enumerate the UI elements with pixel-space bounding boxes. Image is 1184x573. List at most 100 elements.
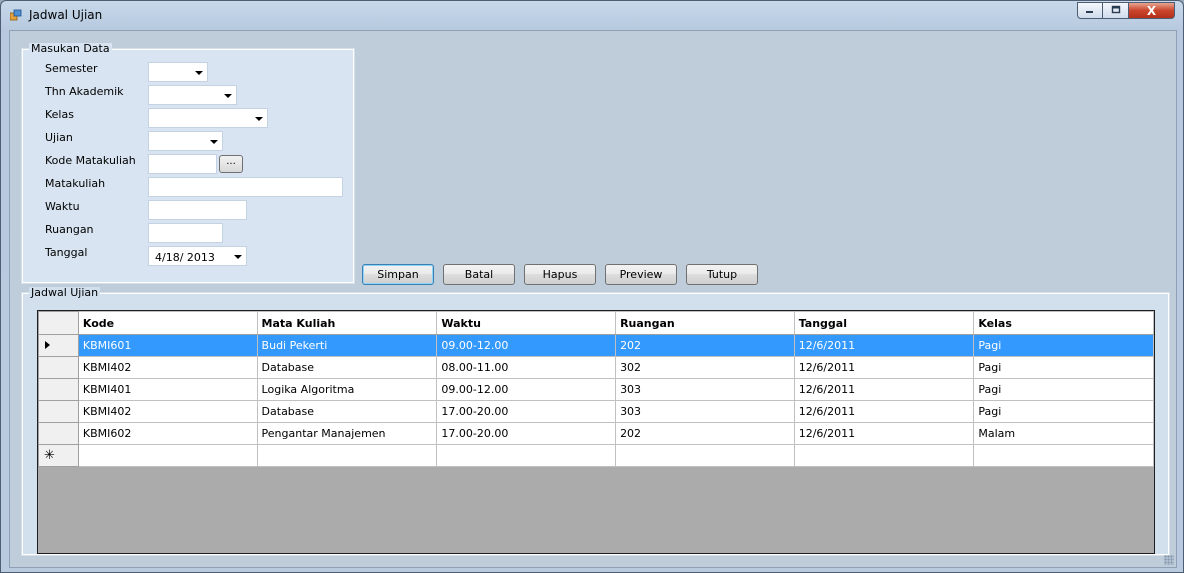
table-cell[interactable]: 09.00-12.00 [436,334,617,357]
close-button[interactable]: X [1129,2,1175,19]
table-cell[interactable] [793,444,975,467]
column-header-kode[interactable]: Kode [77,311,258,335]
table-cell[interactable]: Pagi [973,334,1154,357]
row-header[interactable] [38,422,79,445]
table-cell[interactable]: 17.00-20.00 [436,422,617,445]
table-cell[interactable]: 08.00-11.00 [436,356,617,379]
chevron-down-icon[interactable] [195,71,203,75]
preview-button[interactable]: Preview [605,264,677,285]
chevron-down-icon[interactable] [255,117,263,121]
ruangan-label: Ruangan [45,223,94,236]
matakuliah-input[interactable] [148,177,343,197]
kelas-combo[interactable] [148,108,268,128]
table-cell[interactable]: 09.00-12.00 [436,378,617,401]
tutup-button[interactable]: Tutup [686,264,758,285]
table-cell[interactable]: KBMI402 [77,356,258,379]
column-header-mata-kuliah[interactable]: Mata Kuliah [256,311,438,335]
table-cell[interactable]: Budi Pekerti [256,334,438,357]
simpan-button[interactable]: Simpan [362,264,434,285]
jadwal-ujian-group: Jadwal Ujian Kode Mata Kuliah Waktu Ruan [21,287,1170,556]
table-row[interactable]: KBMI601 Budi Pekerti 09.00-12.00 202 12/… [38,334,1154,357]
hapus-button[interactable]: Hapus [524,264,596,285]
close-icon: X [1146,3,1157,18]
table-cell[interactable]: 12/6/2011 [793,422,975,445]
ujian-combo[interactable] [148,131,223,151]
column-header-waktu[interactable]: Waktu [436,311,617,335]
table-cell[interactable]: Pagi [973,356,1154,379]
window-title: Jadwal Ujian [29,8,103,22]
table-row[interactable]: KBMI602 Pengantar Manajemen 17.00-20.00 … [38,422,1154,445]
ruangan-input[interactable] [148,223,223,243]
table-cell[interactable]: KBMI601 [77,334,258,357]
table-cell[interactable]: 202 [615,422,795,445]
table-cell[interactable]: Database [256,400,438,423]
thn-akademik-combo[interactable] [148,85,237,105]
new-row-icon: ✳ [44,447,55,463]
minimize-button[interactable] [1077,2,1103,19]
table-cell[interactable]: 12/6/2011 [793,400,975,423]
table-cell[interactable]: 303 [615,400,795,423]
ujian-label: Ujian [45,131,73,144]
table-cell[interactable]: Pagi [973,400,1154,423]
row-header[interactable]: ✳ [38,444,79,467]
column-header-tanggal[interactable]: Tanggal [793,311,975,335]
table-cell[interactable]: KBMI402 [77,400,258,423]
kode-matakuliah-label: Kode Matakuliah [45,154,136,167]
browse-matakuliah-button[interactable]: ... [219,155,243,173]
chevron-down-icon[interactable] [210,140,218,144]
row-header[interactable] [38,400,79,423]
waktu-label: Waktu [45,200,80,213]
kelas-label: Kelas [45,108,74,121]
matakuliah-label: Matakuliah [45,177,106,190]
app-window-icon [9,9,22,21]
row-header-corner[interactable] [38,311,79,335]
title-bar[interactable]: Jadwal Ujian X [1,1,1183,29]
table-cell[interactable]: 202 [615,334,795,357]
main-window: Jadwal Ujian X Masukan Data Semester Thn… [0,0,1184,573]
thn-akademik-label: Thn Akademik [45,85,124,98]
minimize-icon [1085,4,1095,17]
row-header[interactable] [38,356,79,379]
new-table-row[interactable]: ✳ [38,444,1154,467]
table-cell[interactable]: 303 [615,378,795,401]
chevron-down-icon[interactable] [234,255,242,259]
batal-button[interactable]: Batal [443,264,515,285]
maximize-icon [1111,4,1121,17]
column-header-ruangan[interactable]: Ruangan [615,311,795,335]
table-cell[interactable] [436,444,617,467]
table-cell[interactable]: Logika Algoritma [256,378,438,401]
table-cell[interactable] [77,444,258,467]
table-header-row: Kode Mata Kuliah Waktu Ruangan Tanggal K… [38,311,1154,335]
table-cell[interactable] [256,444,438,467]
caption-buttons: X [1077,2,1175,20]
tanggal-value: 4/18/ 2013 [155,251,215,264]
jadwal-ujian-group-label: Jadwal Ujian [29,286,101,299]
table-cell[interactable]: 302 [615,356,795,379]
jadwal-data-grid[interactable]: Kode Mata Kuliah Waktu Ruangan Tanggal K… [37,310,1155,554]
table-cell[interactable]: 12/6/2011 [793,334,975,357]
table-cell[interactable]: Pagi [973,378,1154,401]
table-cell[interactable] [973,444,1154,467]
table-cell[interactable]: 17.00-20.00 [436,400,617,423]
column-header-kelas[interactable]: Kelas [973,311,1154,335]
tanggal-date-picker[interactable]: 4/18/ 2013 [148,246,247,266]
table-cell[interactable]: Pengantar Manajemen [256,422,438,445]
maximize-button[interactable] [1103,2,1129,19]
row-header[interactable] [38,378,79,401]
table-cell[interactable]: KBMI602 [77,422,258,445]
table-cell[interactable]: 12/6/2011 [793,378,975,401]
resize-grip-icon[interactable] [1164,555,1174,565]
table-cell[interactable]: KBMI401 [77,378,258,401]
chevron-down-icon[interactable] [224,94,232,98]
semester-combo[interactable] [148,62,208,82]
row-header[interactable] [38,334,79,357]
table-row[interactable]: KBMI401 Logika Algoritma 09.00-12.00 303… [38,378,1154,401]
table-cell[interactable] [615,444,795,467]
table-cell[interactable]: Malam [973,422,1154,445]
table-cell[interactable]: Database [256,356,438,379]
table-row[interactable]: KBMI402 Database 08.00-11.00 302 12/6/20… [38,356,1154,379]
kode-matakuliah-input[interactable] [148,154,217,174]
waktu-input[interactable] [148,200,247,220]
table-cell[interactable]: 12/6/2011 [793,356,975,379]
table-row[interactable]: KBMI402 Database 17.00-20.00 303 12/6/20… [38,400,1154,423]
